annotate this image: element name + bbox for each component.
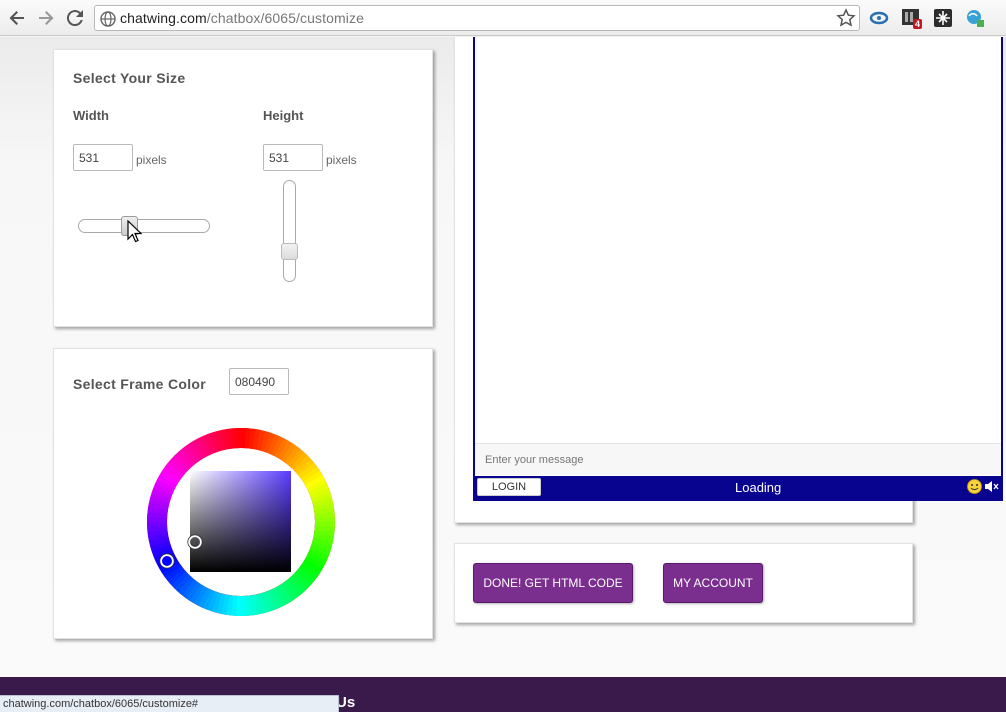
back-icon (9, 11, 24, 25)
reload-icon (66, 10, 83, 27)
reload-button[interactable] (63, 6, 87, 30)
color-panel-title: Select Frame Color (73, 376, 206, 392)
width-input[interactable]: 531 (73, 144, 133, 171)
width-label: Width (73, 108, 109, 123)
globe-icon (100, 11, 116, 27)
extension-icon[interactable] (933, 8, 953, 28)
status-bar: chatwing.com/chatbox/6065/customize# (0, 695, 339, 712)
login-button[interactable]: LOGIN (477, 478, 541, 496)
extension-icon[interactable]: 4 (901, 8, 923, 29)
chat-status: Loading (735, 480, 782, 495)
forward-icon (39, 11, 54, 25)
extension-badge: 4 (913, 19, 923, 29)
color-wheel[interactable] (147, 428, 335, 616)
extension-icon[interactable] (965, 8, 985, 28)
height-slider-track[interactable] (283, 180, 296, 282)
width-slider-track[interactable] (78, 219, 210, 233)
chat-preview: Enter your message LOGIN Loading (473, 37, 1003, 501)
get-html-code-button[interactable]: DONE! GET HTML CODE (473, 563, 633, 603)
my-account-button[interactable]: MY ACCOUNT (663, 563, 763, 603)
width-unit: pixels (136, 153, 167, 167)
forward-button[interactable] (34, 6, 58, 30)
height-slider-handle[interactable] (281, 243, 298, 260)
url-text: chatwing.com/chatbox/6065/customize (120, 10, 364, 26)
browser-toolbar: chatwing.com/chatbox/6065/customize 4 (0, 0, 1006, 36)
back-button[interactable] (5, 6, 29, 30)
color-input[interactable]: 080490 (229, 368, 289, 395)
smiley-icon[interactable] (967, 479, 982, 494)
height-unit: pixels (326, 153, 357, 167)
star-icon[interactable] (836, 8, 856, 28)
speaker-mute-icon[interactable] (984, 479, 1000, 494)
url-domain: chatwing.com (120, 10, 207, 26)
chat-bottom-bar: LOGIN Loading (475, 476, 1001, 499)
size-panel (53, 49, 433, 327)
message-input[interactable]: Enter your message (475, 443, 1001, 475)
address-bar[interactable]: chatwing.com/chatbox/6065/customize (94, 5, 860, 31)
url-path: /chatbox/6065/customize (206, 10, 364, 26)
height-input[interactable]: 531 (263, 144, 323, 171)
size-panel-title: Select Your Size (73, 70, 186, 86)
height-label: Height (263, 108, 304, 123)
cursor-icon (127, 220, 143, 243)
extension-icon[interactable] (869, 8, 889, 28)
